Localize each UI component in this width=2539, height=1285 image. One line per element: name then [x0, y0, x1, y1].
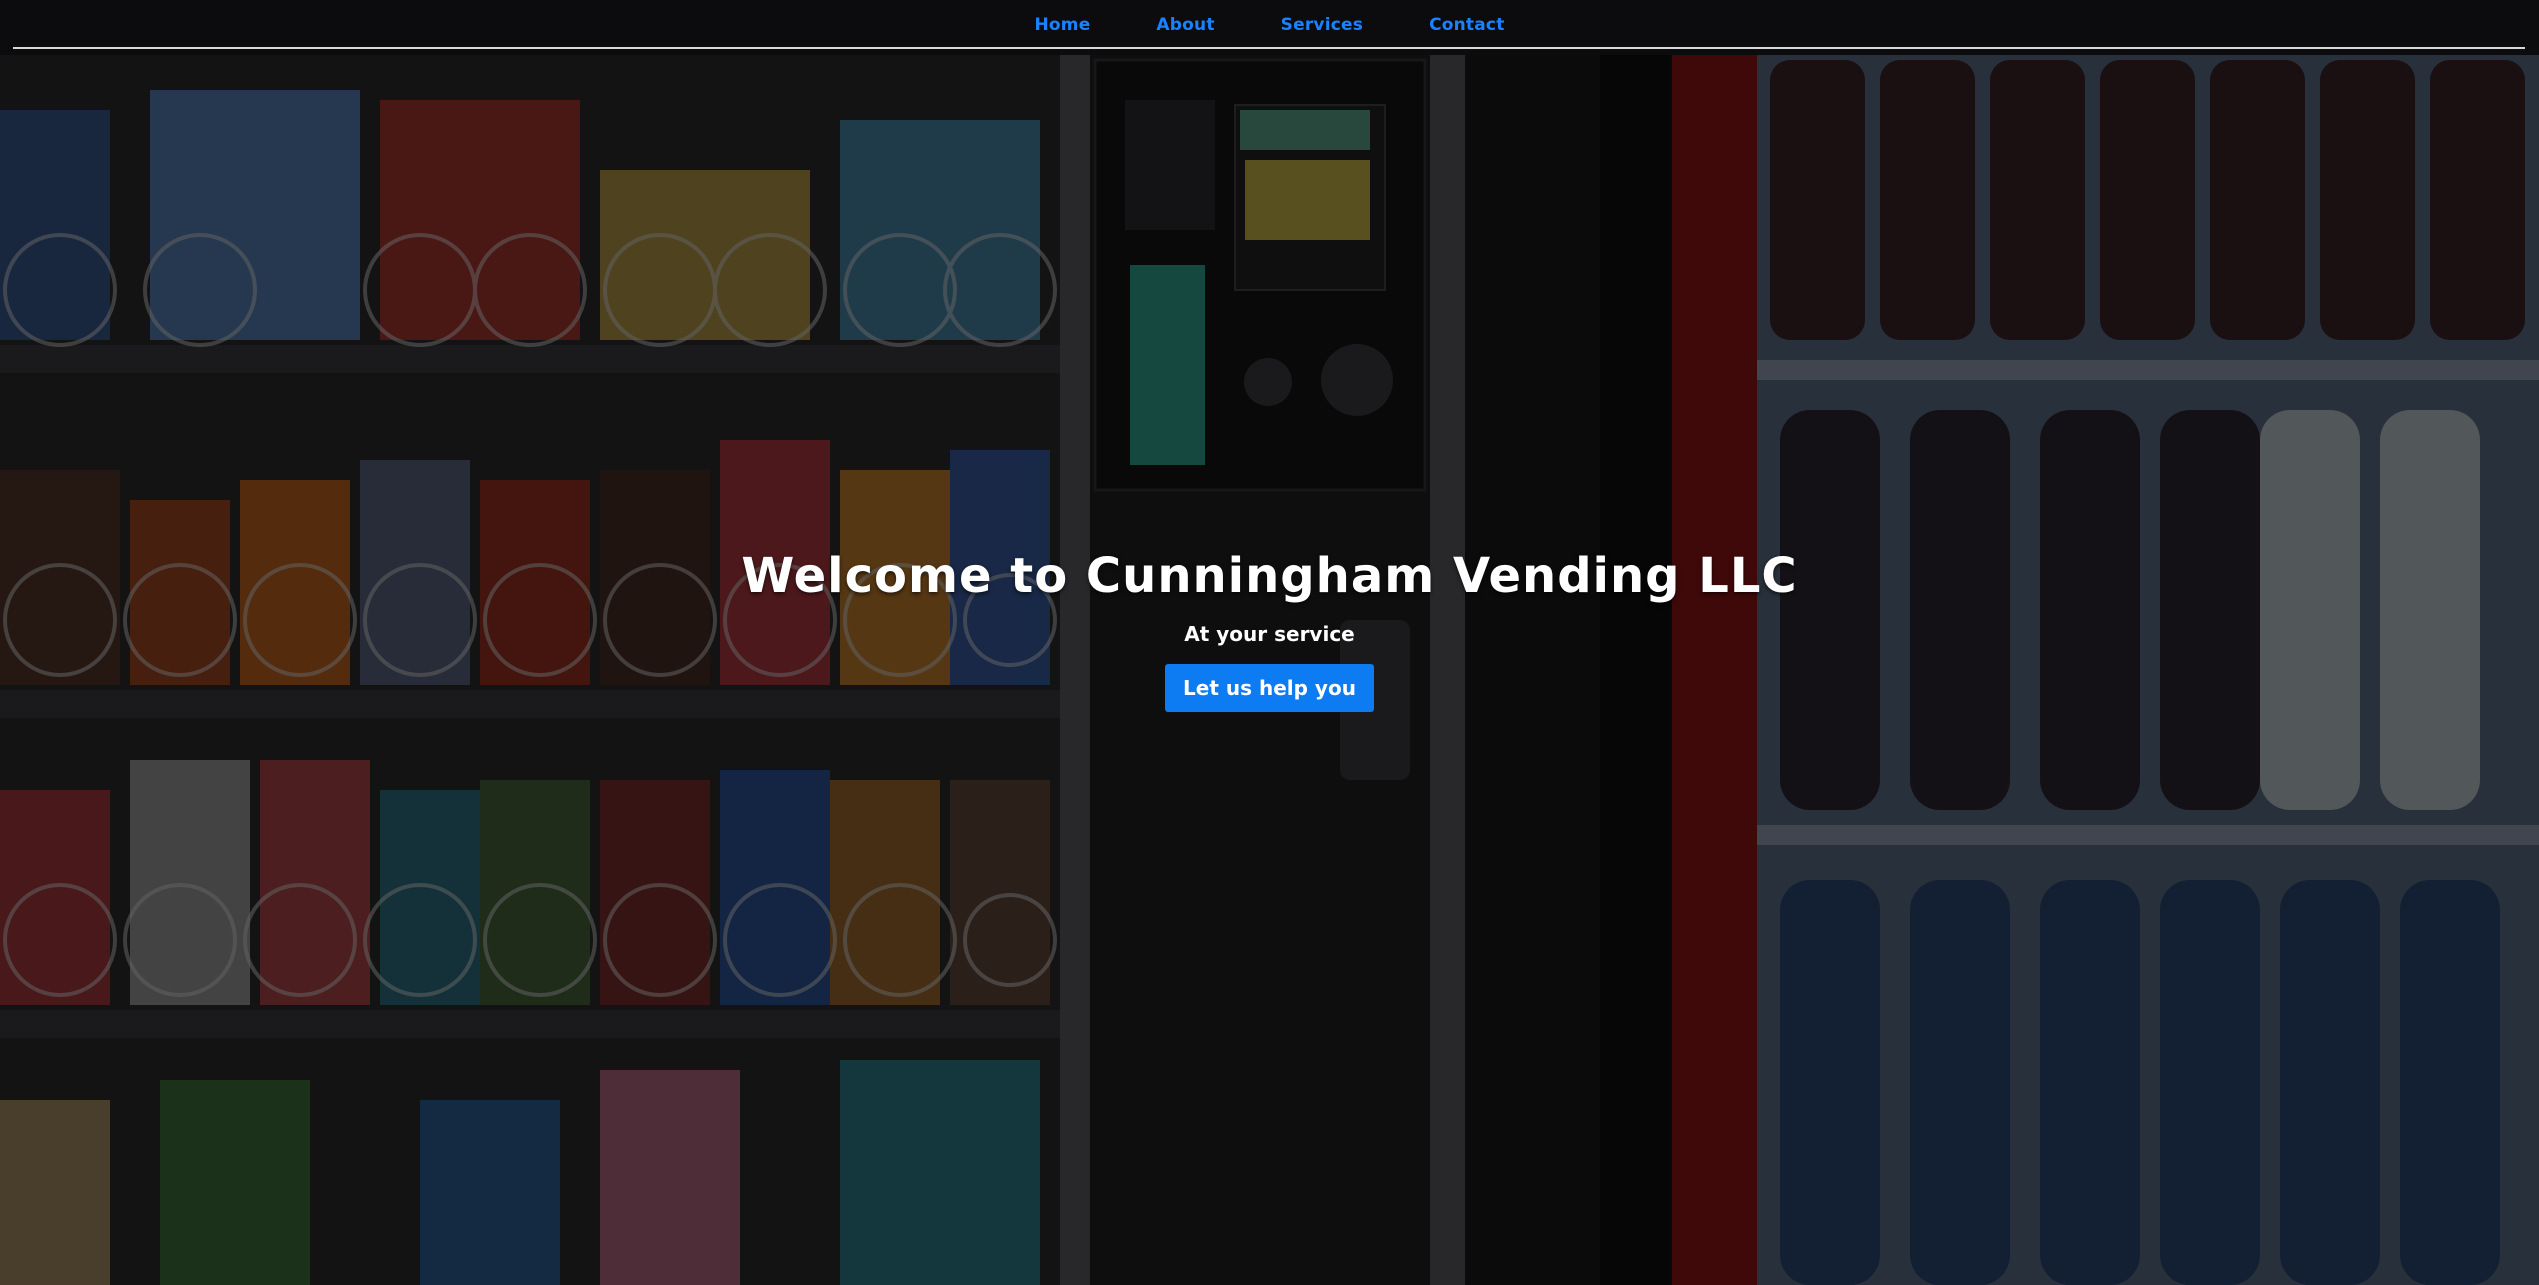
hero-title: Welcome to Cunningham Vending LLC	[741, 548, 1798, 604]
top-navigation: Home About Services Contact	[0, 0, 2539, 50]
nav-divider	[13, 47, 2525, 49]
nav-link-services[interactable]: Services	[1248, 15, 1396, 35]
cta-button[interactable]: Let us help you	[1165, 664, 1374, 712]
nav-link-contact[interactable]: Contact	[1396, 15, 1537, 35]
hero-section: Home About Services Contact Welcome to C…	[0, 0, 2539, 1285]
hero-subtitle: At your service	[1184, 622, 1355, 646]
nav-link-home[interactable]: Home	[1001, 15, 1123, 35]
hero-content: Welcome to Cunningham Vending LLC At you…	[0, 548, 2539, 712]
nav-link-about[interactable]: About	[1123, 15, 1247, 35]
